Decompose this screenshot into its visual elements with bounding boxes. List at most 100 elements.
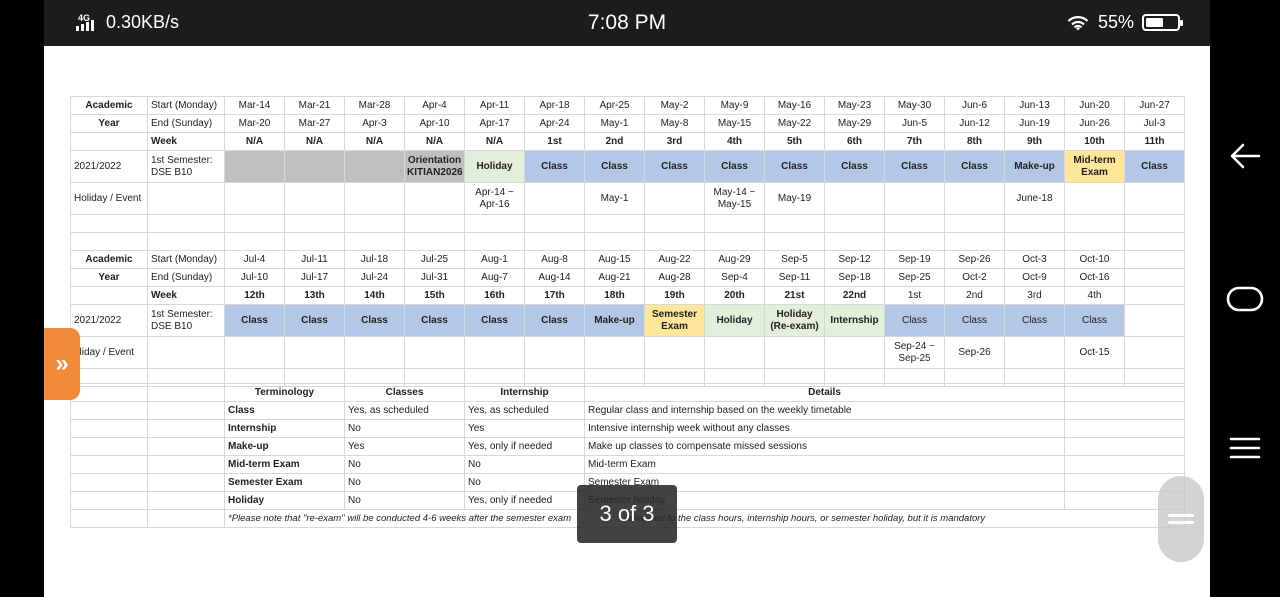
- header-details: Details: [584, 383, 1065, 402]
- start-date: Aug-22: [644, 250, 705, 269]
- end-date: Aug-28: [644, 268, 705, 287]
- table-row: Terminology Classes Internship Details: [70, 383, 1185, 402]
- end-date: May-8: [644, 114, 705, 133]
- spacer-row: [70, 214, 1185, 233]
- event-cell: [1064, 182, 1125, 215]
- end-date: Mar-20: [224, 114, 285, 133]
- header-terminology: Terminology: [224, 383, 345, 402]
- battery-icon: [1142, 14, 1183, 31]
- week-number: 11th: [1124, 132, 1185, 151]
- start-date: Mar-28: [344, 96, 405, 115]
- term-internship: Yes, as scheduled: [464, 401, 585, 420]
- start-date: Jul-4: [224, 250, 285, 269]
- home-button[interactable]: [1210, 286, 1280, 312]
- term-details: Mid-term Exam: [584, 455, 1065, 474]
- label-start: Start (Monday): [147, 250, 225, 269]
- week-number: 15th: [404, 286, 465, 305]
- table-row: Internship No Yes Intensive internship w…: [70, 419, 1185, 438]
- recents-button[interactable]: [1210, 436, 1280, 460]
- table-row: Make-up Yes Yes, only if needed Make up …: [70, 437, 1185, 456]
- end-date: Jul-17: [284, 268, 345, 287]
- start-date: May-30: [884, 96, 945, 115]
- footnote: *Please note that "re-exam" will be cond…: [224, 509, 1185, 528]
- term-internship: Yes, only if needed: [464, 437, 585, 456]
- term-internship: Yes: [464, 419, 585, 438]
- event-cell: [1004, 336, 1065, 369]
- table-row: Class Yes, as scheduled Yes, as schedule…: [70, 401, 1185, 420]
- label-end: End (Sunday): [147, 268, 225, 287]
- drag-handle-icon: [1168, 510, 1194, 528]
- event-cell: [644, 182, 705, 215]
- week-number: 17th: [524, 286, 585, 305]
- end-date: Jun-12: [944, 114, 1005, 133]
- event-cell: [524, 182, 585, 215]
- status-cell-class: Class: [344, 304, 405, 337]
- status-cell-makeup: Make-up: [584, 304, 645, 337]
- event-cell: [944, 182, 1005, 215]
- header-classes: Classes: [344, 383, 465, 402]
- start-date: Jun-6: [944, 96, 1005, 115]
- week-number: 16th: [464, 286, 525, 305]
- empty-cell: [1124, 268, 1185, 287]
- double-chevron-right-icon: »: [55, 350, 69, 377]
- status-cell-class: Class: [704, 150, 765, 183]
- navigation-bar: [1210, 46, 1280, 597]
- table-row: Academic Start (Monday) Mar-14 Mar-21 Ma…: [70, 96, 1185, 115]
- end-date: Apr-17: [464, 114, 525, 133]
- event-cell: [284, 336, 345, 369]
- battery-percent: 55%: [1097, 12, 1134, 32]
- week-number: 14th: [344, 286, 405, 305]
- end-date: Jul-3: [1124, 114, 1185, 133]
- scroll-handle[interactable]: [1158, 476, 1204, 562]
- label-end: End (Sunday): [147, 114, 225, 133]
- end-date: Apr-10: [404, 114, 465, 133]
- status-cell-class: Class: [524, 304, 585, 337]
- event-cell-may14: May-14 ~ May-15: [704, 182, 765, 215]
- empty-cell: [70, 132, 148, 151]
- end-date: Jun-26: [1064, 114, 1125, 133]
- header-year: Year: [70, 114, 148, 133]
- status-cell-midterm: Mid-term Exam: [1064, 150, 1125, 183]
- status-cell-class: Class: [404, 304, 465, 337]
- label-week: Week: [147, 286, 225, 305]
- start-date: May-2: [644, 96, 705, 115]
- empty-cell: [1124, 304, 1185, 337]
- start-date: Apr-4: [404, 96, 465, 115]
- table-row: 2021/2022 1st Semester: DSE B10 Class Cla…: [70, 304, 1185, 337]
- term-details: Intensive internship week without any cl…: [584, 419, 1065, 438]
- menu-lines-icon: [1229, 437, 1261, 459]
- holiday-event-label: oliday / Event: [70, 336, 148, 369]
- event-cell-sep26: Sep-26: [944, 336, 1005, 369]
- status-cell-empty: [344, 150, 405, 183]
- end-date: Jul-10: [224, 268, 285, 287]
- status-cell-internship: Internship: [824, 304, 885, 337]
- week-number: N/A: [224, 132, 285, 151]
- week-number: 3rd: [1004, 286, 1065, 305]
- status-cell-class: Class: [644, 150, 705, 183]
- term-classes: No: [344, 491, 465, 510]
- back-button[interactable]: [1210, 142, 1280, 170]
- event-cell: [224, 336, 285, 369]
- term-classes: Yes: [344, 437, 465, 456]
- event-cell: [224, 182, 285, 215]
- holiday-event-label: Holiday / Event: [70, 182, 148, 215]
- term-classes: No: [344, 419, 465, 438]
- start-date: Sep-19: [884, 250, 945, 269]
- side-panel-toggle[interactable]: »: [44, 328, 80, 400]
- status-cell-semester-exam: Semester Exam: [644, 304, 705, 337]
- week-number: N/A: [344, 132, 405, 151]
- event-cell: [824, 336, 885, 369]
- end-date: Sep-18: [824, 268, 885, 287]
- week-number: 4th: [1064, 286, 1125, 305]
- start-date: Sep-12: [824, 250, 885, 269]
- start-date: Apr-18: [524, 96, 585, 115]
- header-internship: Internship: [464, 383, 585, 402]
- event-cell: [284, 182, 345, 215]
- end-date: Jun-19: [1004, 114, 1065, 133]
- event-cell: [824, 182, 885, 215]
- end-date: Jun-5: [884, 114, 945, 133]
- event-cell: [344, 336, 405, 369]
- week-number: 7th: [884, 132, 945, 151]
- year-value: 2021/2022: [70, 150, 148, 183]
- status-cell-reexam: Holiday (Re-exam): [764, 304, 825, 337]
